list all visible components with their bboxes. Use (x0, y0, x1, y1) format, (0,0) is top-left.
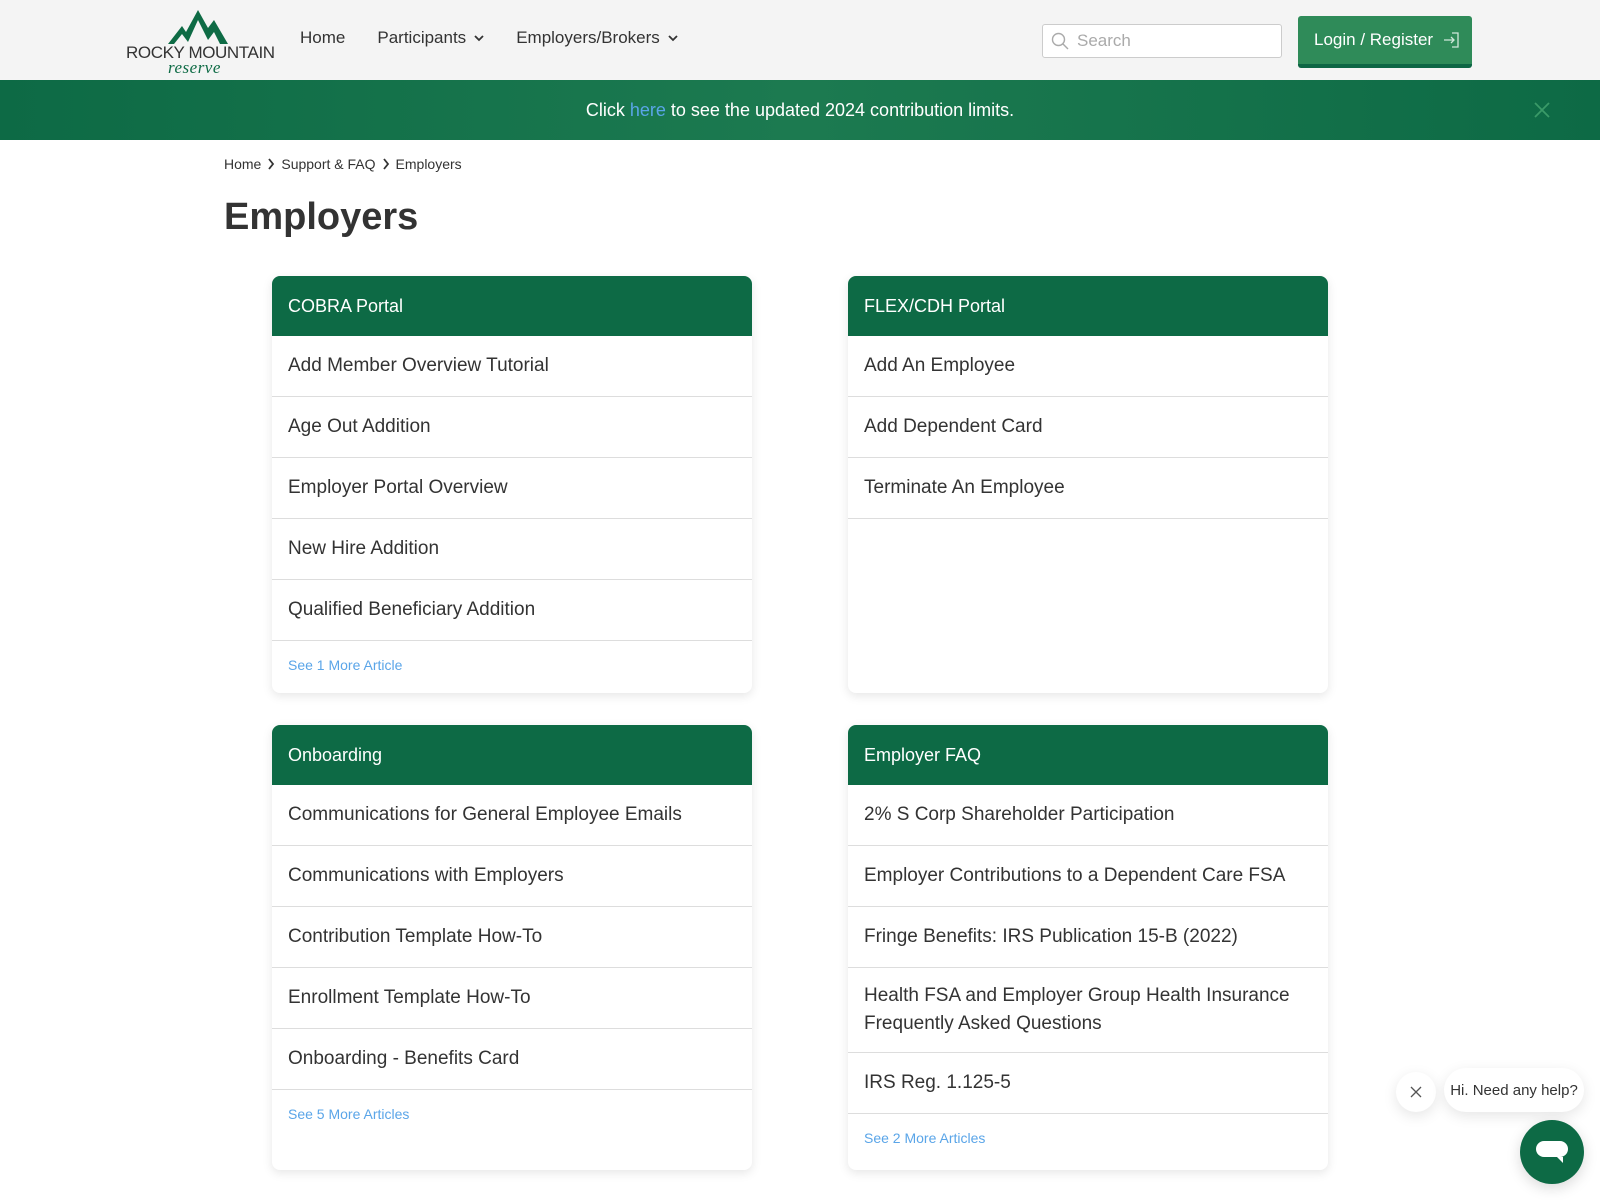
nav-home[interactable]: Home (300, 28, 345, 48)
breadcrumb-home[interactable]: Home (224, 156, 261, 172)
chevron-right-icon (268, 158, 275, 170)
article-link[interactable]: IRS Reg. 1.125-5 (848, 1053, 1328, 1114)
site-header: ROCKY MOUNTAIN reserve Home Participants… (0, 0, 1600, 80)
banner-link[interactable]: here (630, 100, 666, 121)
breadcrumb-current: Employers (395, 156, 462, 172)
nav-employers-brokers-label: Employers/Brokers (516, 28, 660, 47)
section-card-flex-cdh-portal: FLEX/CDH Portal Add An Employee Add Depe… (848, 276, 1328, 693)
nav-employers-brokers[interactable]: Employers/Brokers (516, 28, 678, 48)
see-more-articles-link[interactable]: See 2 More Articles (848, 1114, 1328, 1162)
nav-home-label: Home (300, 28, 346, 47)
see-more-articles-link[interactable]: See 5 More Articles (272, 1090, 752, 1138)
search-icon (1051, 32, 1069, 50)
login-register-label: Login / Register (1314, 30, 1434, 49)
article-link[interactable]: New Hire Addition (272, 519, 752, 580)
chevron-down-icon (474, 35, 484, 42)
nav-participants-label: Participants (377, 28, 467, 47)
chat-icon (1536, 1141, 1568, 1163)
nav-participants[interactable]: Participants (377, 28, 484, 48)
article-link[interactable]: Terminate An Employee (848, 458, 1328, 519)
close-icon (1410, 1086, 1422, 1098)
banner-text-prefix: Click (585, 99, 625, 120)
section-title[interactable]: FLEX/CDH Portal (848, 276, 1328, 336)
chat-greeting-bubble[interactable]: Hi. Need any help? (1444, 1068, 1584, 1112)
sign-in-icon (1444, 32, 1459, 48)
article-link[interactable]: Communications for General Employee Emai… (272, 785, 752, 846)
article-link[interactable]: Fringe Benefits: IRS Publication 15-B (2… (848, 907, 1328, 968)
chat-launcher-button[interactable] (1520, 1120, 1584, 1184)
search-input[interactable] (1077, 31, 1267, 51)
mountain-logo-icon (168, 10, 228, 44)
article-link[interactable]: Enrollment Template How-To (272, 968, 752, 1029)
breadcrumb: Home Support & FAQ Employers (224, 156, 462, 172)
section-card-onboarding: Onboarding Communications for General Em… (272, 725, 752, 1170)
announcement-banner: Click here to see the updated 2024 contr… (0, 80, 1600, 140)
section-title[interactable]: Onboarding (272, 725, 752, 785)
logo[interactable]: ROCKY MOUNTAIN reserve (126, 8, 275, 77)
logo-tagline: reserve (168, 58, 221, 77)
chevron-right-icon (382, 158, 389, 170)
article-link[interactable]: Contribution Template How-To (272, 907, 752, 968)
page-title: Employers (224, 196, 419, 238)
article-link[interactable]: Add Member Overview Tutorial (272, 336, 752, 397)
article-link[interactable]: Add An Employee (848, 336, 1328, 397)
article-link[interactable]: Qualified Beneficiary Addition (272, 580, 752, 641)
article-link[interactable]: 2% S Corp Shareholder Participation (848, 785, 1328, 846)
section-card-cobra-portal: COBRA Portal Add Member Overview Tutoria… (272, 276, 752, 693)
search-box (1042, 24, 1282, 58)
close-icon[interactable] (1532, 100, 1552, 120)
banner-text-suffix: to see the updated 2024 contribution lim… (670, 99, 1015, 120)
article-link[interactable]: Add Dependent Card (848, 397, 1328, 458)
breadcrumb-support-faq[interactable]: Support & FAQ (281, 156, 375, 172)
see-more-articles-link[interactable]: See 1 More Article (272, 641, 752, 689)
article-link[interactable]: Employer Contributions to a Dependent Ca… (848, 846, 1328, 907)
section-card-employer-faq: Employer FAQ 2% S Corp Shareholder Parti… (848, 725, 1328, 1170)
article-link[interactable]: Age Out Addition (272, 397, 752, 458)
main-nav: Home Participants Employers/Brokers (300, 28, 710, 48)
article-link[interactable]: Communications with Employers (272, 846, 752, 907)
section-title[interactable]: Employer FAQ (848, 725, 1328, 785)
login-register-button[interactable]: Login / Register (1298, 16, 1472, 68)
article-link[interactable]: Employer Portal Overview (272, 458, 752, 519)
section-title[interactable]: COBRA Portal (272, 276, 752, 336)
chat-dismiss-button[interactable] (1396, 1072, 1436, 1112)
chevron-down-icon (668, 35, 678, 42)
article-link[interactable]: Onboarding - Benefits Card (272, 1029, 752, 1090)
article-link[interactable]: Health FSA and Employer Group Health Ins… (848, 968, 1328, 1053)
